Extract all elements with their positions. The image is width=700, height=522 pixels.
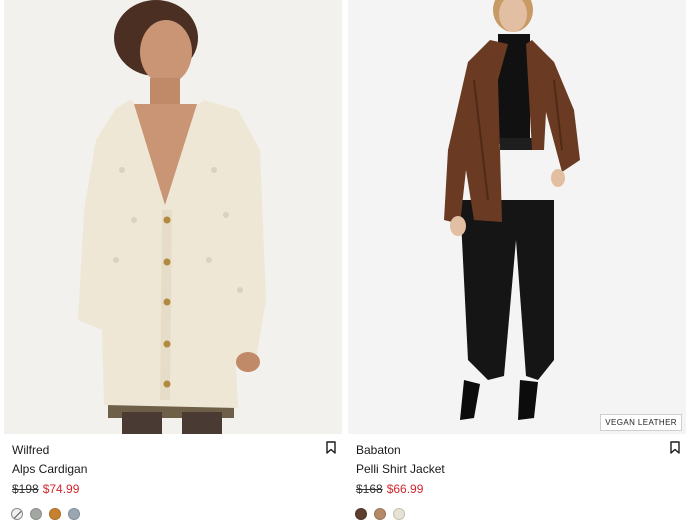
original-price: $198 — [12, 482, 39, 496]
color-swatches — [11, 508, 80, 520]
product-price: $198 $74.99 — [12, 482, 79, 496]
swatch-dark-brown[interactable] — [355, 508, 367, 520]
swatch-grey[interactable] — [30, 508, 42, 520]
sale-price: $74.99 — [42, 482, 80, 496]
product-brand[interactable]: Wilfred — [12, 443, 49, 457]
sale-price: $66.99 — [386, 482, 424, 496]
swatch-blue-grey[interactable] — [68, 508, 80, 520]
original-price: $168 — [356, 482, 383, 496]
product-card-pelli-shirt-jacket[interactable]: VEGAN LEATHER Babaton Pelli Shirt Jacket… — [348, 0, 686, 522]
product-image[interactable] — [4, 0, 342, 434]
swatch-cream[interactable] — [393, 508, 405, 520]
product-price: $168 $66.99 — [356, 482, 423, 496]
color-swatches — [355, 508, 405, 520]
product-image[interactable]: VEGAN LEATHER — [348, 0, 686, 434]
bookmark-icon[interactable] — [326, 441, 336, 454]
vegan-leather-badge: VEGAN LEATHER — [600, 414, 682, 431]
product-card-alps-cardigan[interactable]: Wilfred Alps Cardigan $198 $74.99 — [4, 0, 342, 522]
model-cardigan-illustration — [78, 0, 266, 434]
product-name[interactable]: Alps Cardigan — [12, 462, 87, 476]
bookmark-icon[interactable] — [670, 441, 680, 454]
model-jacket-illustration — [444, 0, 580, 420]
product-brand[interactable]: Babaton — [356, 443, 401, 457]
swatch-orange[interactable] — [49, 508, 61, 520]
product-name[interactable]: Pelli Shirt Jacket — [356, 462, 445, 476]
swatch-pattern[interactable] — [11, 508, 23, 520]
swatch-tan[interactable] — [374, 508, 386, 520]
